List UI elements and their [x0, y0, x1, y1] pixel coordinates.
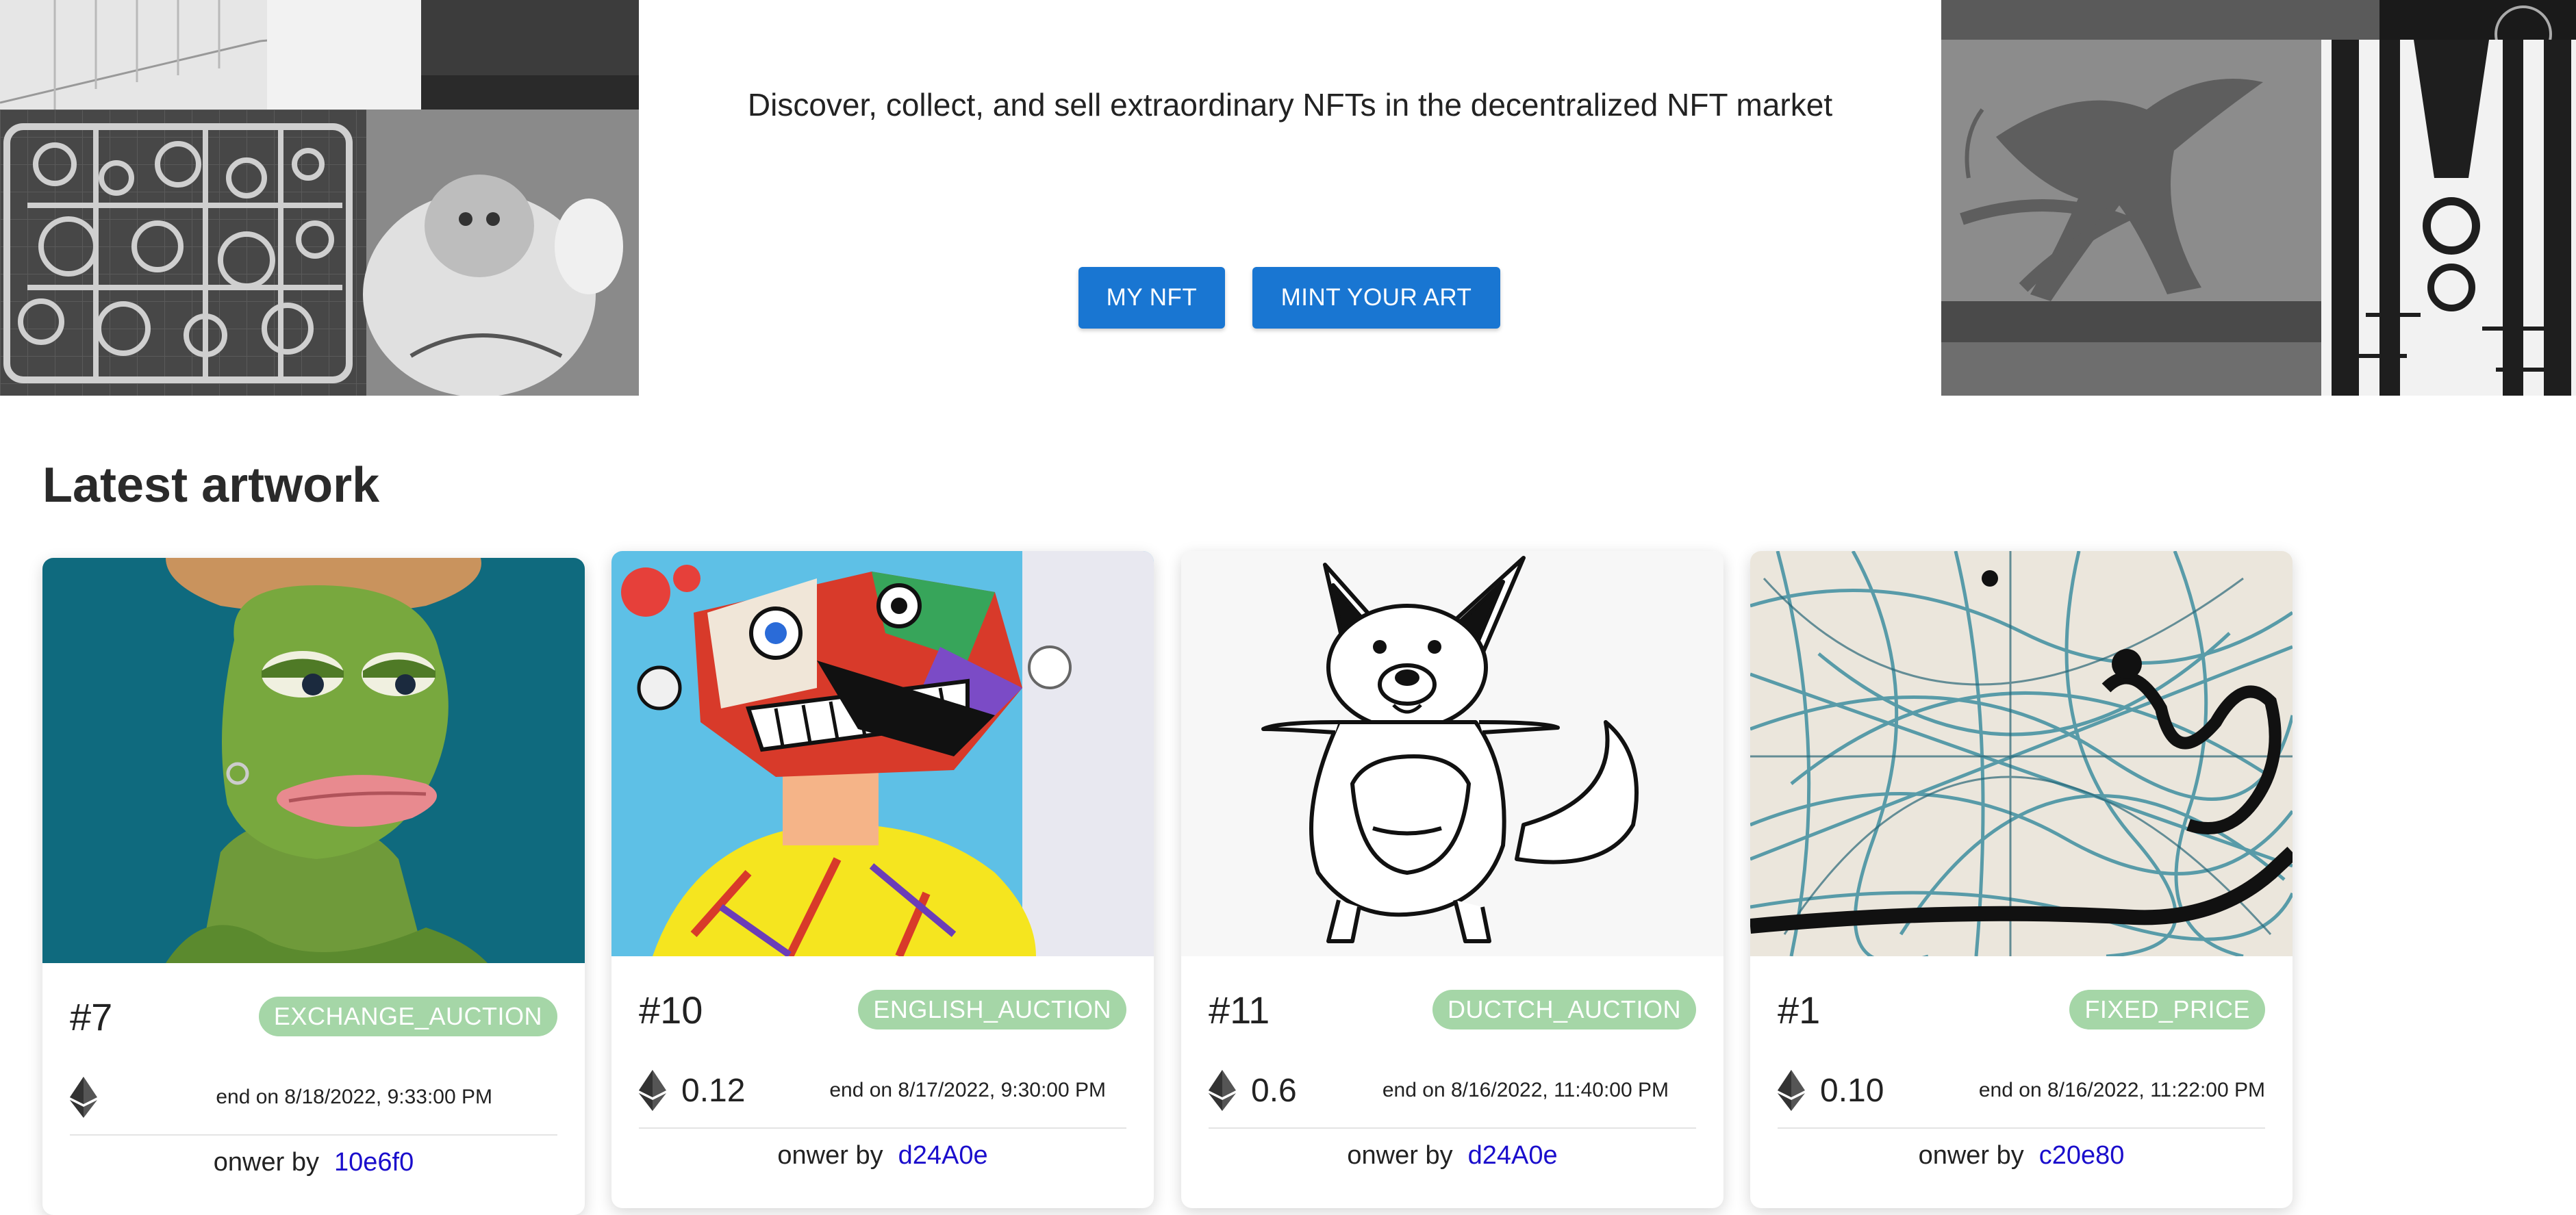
tangled-lines-art[interactable]: [1750, 551, 2293, 956]
artwork-card[interactable]: #1 FIXED_PRICE 0.10 end on 8/16/2022, 11…: [1750, 551, 2293, 1208]
sale-type-badge: FIXED_PRICE: [2069, 990, 2265, 1029]
owner-label: onwer by: [213, 1148, 319, 1177]
ethereum-icon: [1209, 1070, 1236, 1111]
auction-end-time: end on 8/18/2022, 9:33:00 PM: [216, 1086, 492, 1108]
auction-end-time: end on 8/17/2022, 9:30:00 PM: [829, 1079, 1106, 1101]
token-id: #1: [1778, 988, 1821, 1032]
price-value: 0.12: [681, 1072, 746, 1109]
hero-collage-right: [1941, 0, 2576, 396]
owner-address-link[interactable]: d24A0e: [1468, 1141, 1558, 1170]
abstract-face-painting-art[interactable]: [611, 551, 1154, 956]
artwork-card[interactable]: #10 ENGLISH_AUCTION 0.12 end on 8/17/202…: [611, 551, 1154, 1208]
owner-label: onwer by: [1347, 1141, 1453, 1170]
kangaroo-sketch-art[interactable]: [1181, 551, 1723, 956]
token-id: #11: [1209, 988, 1270, 1032]
token-id: #10: [639, 988, 703, 1032]
price-value: 0.10: [1820, 1072, 1884, 1109]
sale-type-badge: ENGLISH_AUCTION: [858, 990, 1126, 1029]
hero-collage-left: [0, 0, 639, 396]
mint-your-art-button[interactable]: MINT YOUR ART: [1252, 267, 1500, 329]
price-box: [70, 1077, 112, 1118]
hero-tagline: Discover, collect, and sell extraordinar…: [747, 87, 1833, 123]
owner-row: onwer by d24A0e: [639, 1129, 1126, 1171]
owner-row: onwer by 10e6f0: [70, 1136, 557, 1177]
artwork-card-list: #7 EXCHANGE_AUCTION end on 8/18/2022, 9:…: [42, 551, 2576, 1215]
sale-type-badge: DUCTCH_AUCTION: [1432, 990, 1696, 1029]
ethereum-icon: [639, 1070, 666, 1111]
frog-character-art[interactable]: [42, 558, 585, 963]
owner-label: onwer by: [777, 1141, 883, 1170]
my-nft-button[interactable]: MY NFT: [1078, 267, 1225, 329]
artwork-card[interactable]: #11 DUCTCH_AUCTION 0.6 end on 8/16/2022,…: [1181, 551, 1723, 1208]
owner-row: onwer by c20e80: [1778, 1129, 2265, 1171]
owner-label: onwer by: [1918, 1141, 2024, 1170]
hero-button-group: MY NFT MINT YOUR ART: [1078, 267, 1500, 329]
auction-end-time: end on 8/16/2022, 11:22:00 PM: [1978, 1079, 2265, 1101]
owner-address-link[interactable]: 10e6f0: [334, 1148, 414, 1177]
token-id: #7: [70, 995, 113, 1038]
owner-address-link[interactable]: d24A0e: [898, 1141, 988, 1170]
hero-section: Discover, collect, and sell extraordinar…: [0, 0, 2576, 396]
sale-type-badge: EXCHANGE_AUCTION: [258, 997, 557, 1036]
price-box: 0.6: [1209, 1070, 1297, 1111]
owner-row: onwer by d24A0e: [1209, 1129, 1696, 1171]
section-title: Latest artwork: [42, 458, 380, 513]
price-box: 0.10: [1778, 1070, 1884, 1111]
artwork-card[interactable]: #7 EXCHANGE_AUCTION end on 8/18/2022, 9:…: [42, 558, 585, 1215]
price-value: 0.6: [1251, 1072, 1297, 1109]
price-box: 0.12: [639, 1070, 745, 1111]
ethereum-icon: [1778, 1070, 1805, 1111]
auction-end-time: end on 8/16/2022, 11:40:00 PM: [1382, 1079, 1669, 1101]
ethereum-icon: [70, 1077, 97, 1118]
owner-address-link[interactable]: c20e80: [2039, 1141, 2125, 1170]
